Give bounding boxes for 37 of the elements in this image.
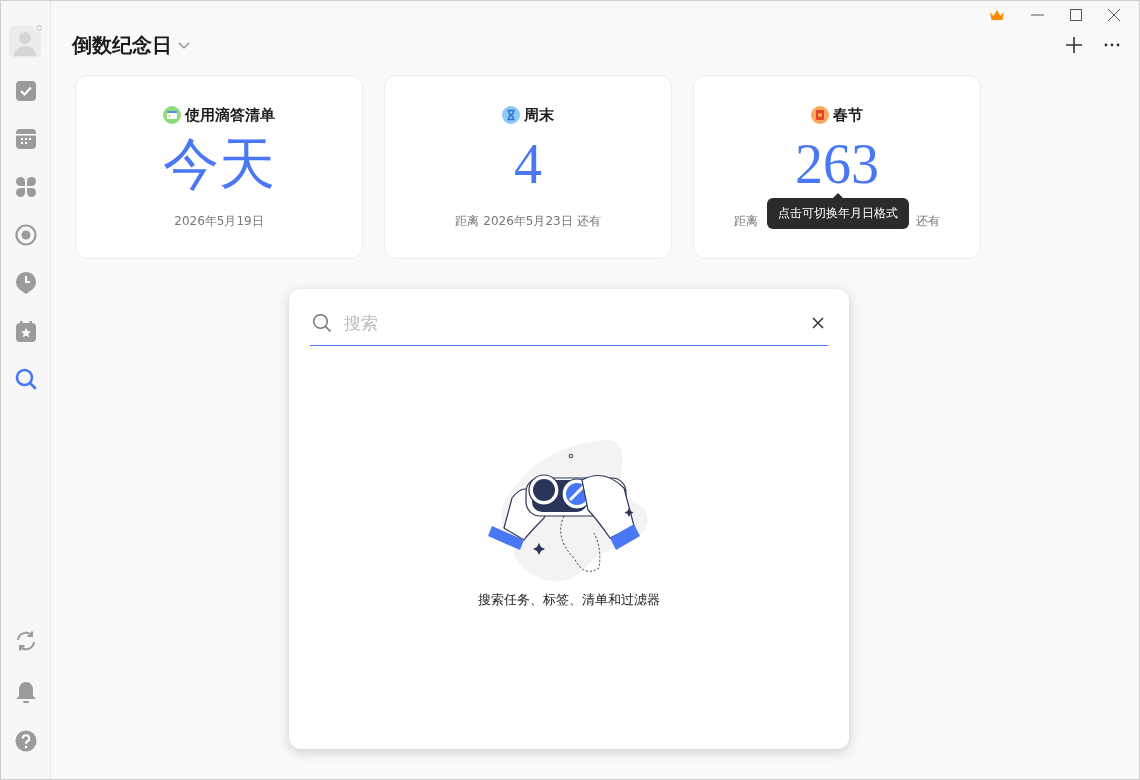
page-title: 倒数纪念日 <box>72 31 172 59</box>
countdown-caption: 2026年5月19日 <box>174 213 264 230</box>
search-hint: 搜索任务、标签、清单和过滤器 <box>477 591 661 609</box>
bell-icon[interactable] <box>14 681 37 705</box>
card-title: 使用滴答清单 <box>185 105 275 125</box>
caret-icon <box>178 41 190 49</box>
more-button[interactable] <box>1104 43 1120 47</box>
crown-icon[interactable] <box>989 9 1005 21</box>
search-icon[interactable] <box>14 368 37 390</box>
envelope-icon <box>811 106 829 124</box>
calendar-icon[interactable] <box>15 129 36 149</box>
countdown-value[interactable]: 4 <box>514 132 542 196</box>
four-leaf-icon[interactable] <box>15 177 36 197</box>
countdown-caption: 距离 2026年5月23日 还有 <box>455 213 601 230</box>
sync-icon[interactable] <box>14 630 37 652</box>
card-title: 春节 <box>833 105 863 125</box>
help-icon[interactable] <box>14 730 37 752</box>
clock-pin-icon[interactable] <box>15 272 36 294</box>
countdown-caption: 还有 <box>916 213 940 230</box>
close-icon <box>812 317 824 329</box>
more-icon <box>1104 43 1120 47</box>
tooltip: 点击可切换年月日格式 <box>767 193 909 229</box>
plus-icon <box>1066 37 1082 53</box>
checkbox-icon[interactable] <box>15 81 36 101</box>
add-button[interactable] <box>1066 37 1082 53</box>
close-icon[interactable] <box>1108 9 1120 21</box>
card-title: 周末 <box>524 105 554 125</box>
countdown-value[interactable]: 263 <box>795 132 879 196</box>
countdown-value[interactable]: 今天 <box>163 132 275 196</box>
countdown-caption: 距离 <box>734 213 758 230</box>
search-field[interactable]: 搜索 <box>344 310 796 336</box>
search-icon <box>312 313 332 333</box>
title-dropdown[interactable] <box>178 41 190 49</box>
app-window-icon <box>163 106 181 124</box>
target-icon[interactable] <box>14 224 37 246</box>
hourglass-icon <box>502 106 520 124</box>
maximize-icon[interactable] <box>1070 9 1082 21</box>
